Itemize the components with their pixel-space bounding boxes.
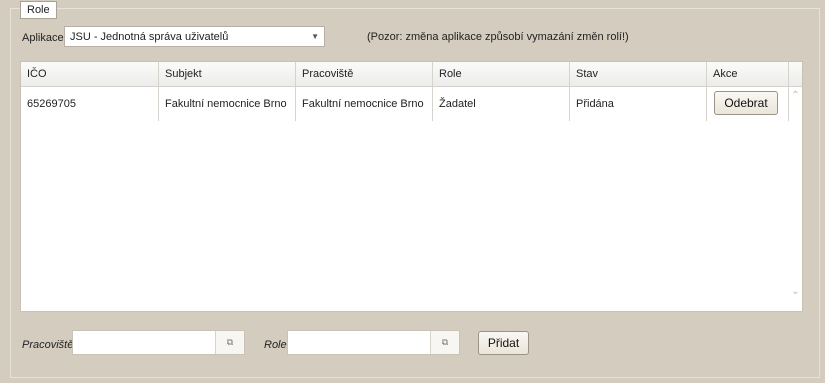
cell-role: Žadatel — [433, 87, 570, 121]
cell-subjekt: Fakultní nemocnice Brno — [159, 87, 296, 121]
column-header-stav[interactable]: Stav — [570, 62, 707, 86]
cell-akce: Odebrat — [707, 87, 789, 121]
roles-grid: IČO Subjekt Pracoviště Role Stav Akce 65… — [20, 61, 803, 312]
application-change-warning: (Pozor: změna aplikace způsobí vymazání … — [367, 31, 629, 43]
cell-pracoviste: Fakultní nemocnice Brno — [296, 87, 433, 121]
cell-stav: Přidána — [570, 87, 707, 121]
popup-window-icon[interactable]: ⧉ — [430, 331, 459, 354]
chevron-down-icon: ▼ — [311, 32, 319, 41]
column-header-akce[interactable]: Akce — [707, 62, 789, 86]
role-label: Role — [264, 339, 287, 351]
table-row[interactable]: 65269705 Fakultní nemocnice Brno Fakultn… — [21, 87, 789, 121]
column-header-role[interactable]: Role — [433, 62, 570, 86]
column-header-ico[interactable]: IČO — [21, 62, 159, 86]
pracoviste-label: Pracoviště — [22, 339, 74, 351]
fieldset-legend: Role — [20, 1, 57, 19]
scroll-up-icon[interactable]: ⌃ — [789, 90, 802, 101]
application-select[interactable]: JSU - Jednotná správa uživatelů ▼ — [64, 26, 325, 47]
column-header-pracoviste[interactable]: Pracoviště — [296, 62, 433, 86]
add-button[interactable]: Přidat — [478, 331, 529, 355]
role-field[interactable]: ⧉ — [287, 330, 460, 355]
remove-button[interactable]: Odebrat — [714, 91, 778, 115]
application-label: Aplikace — [22, 32, 64, 44]
cell-ico: 65269705 — [21, 87, 159, 121]
column-header-subjekt[interactable]: Subjekt — [159, 62, 296, 86]
popup-window-icon[interactable]: ⧉ — [215, 331, 244, 354]
scroll-down-icon[interactable]: ⌄ — [789, 286, 802, 297]
pracoviste-field[interactable]: ⧉ — [72, 330, 245, 355]
grid-header: IČO Subjekt Pracoviště Role Stav Akce — [21, 62, 802, 87]
application-select-value: JSU - Jednotná správa uživatelů — [70, 31, 229, 43]
